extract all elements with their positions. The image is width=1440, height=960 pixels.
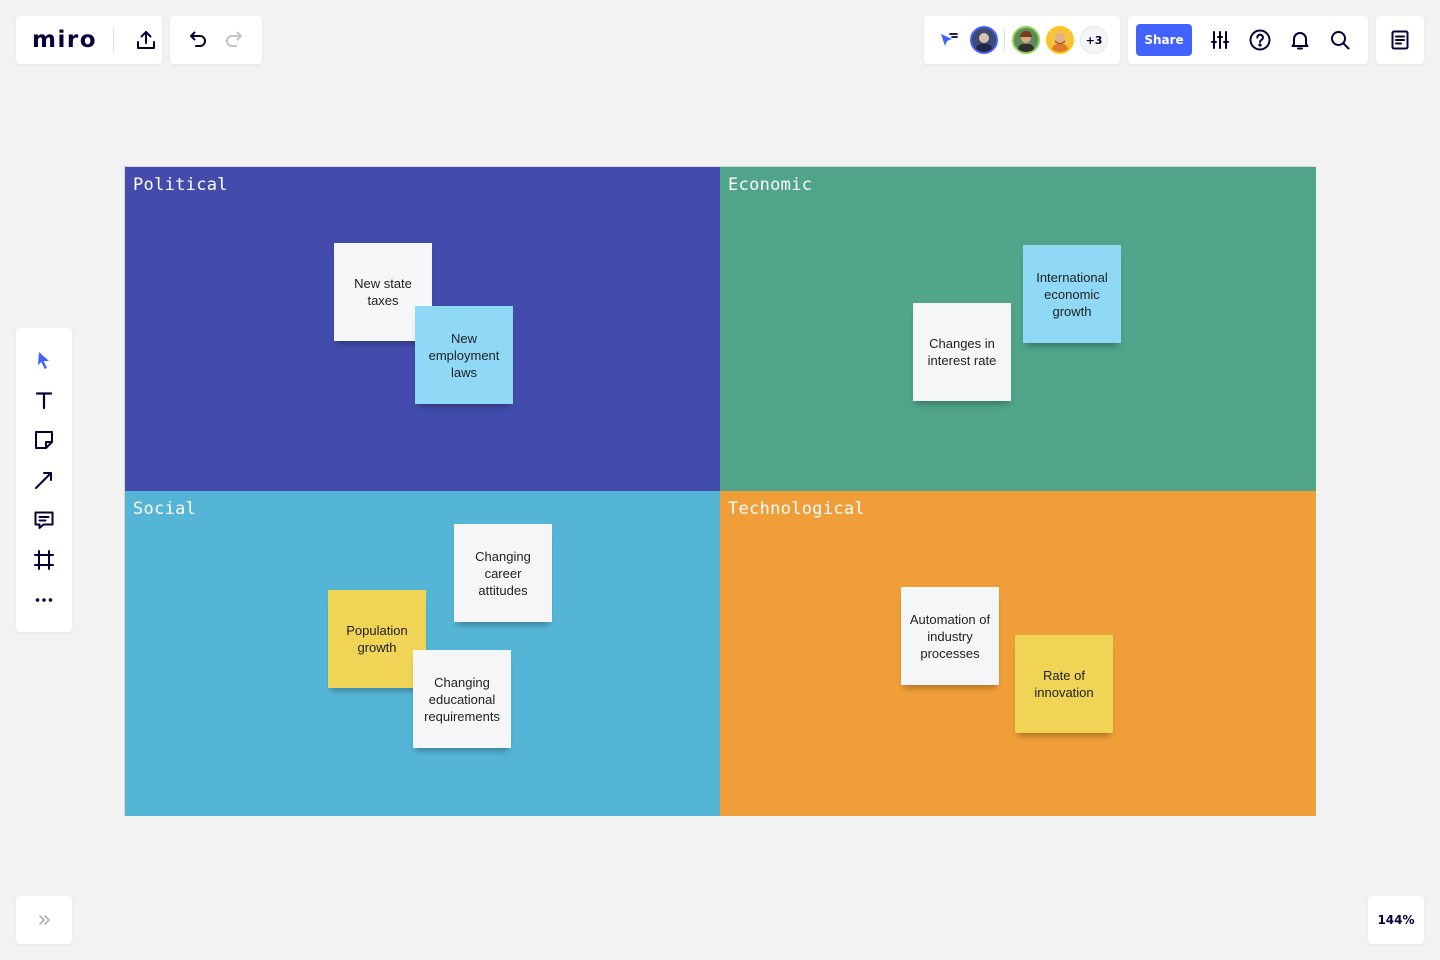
settings-sliders-icon[interactable] <box>1204 24 1236 56</box>
more-tools-icon[interactable] <box>28 584 60 616</box>
avatar[interactable] <box>1046 26 1074 54</box>
expand-panel <box>16 896 72 944</box>
history-panel <box>170 16 262 64</box>
sticky-note[interactable]: Changing educational requirements <box>413 650 511 748</box>
connection-line-icon[interactable] <box>28 464 60 496</box>
sticky-note[interactable]: New employment laws <box>415 306 513 404</box>
sticky-note[interactable]: Population growth <box>328 590 426 688</box>
redo-icon[interactable] <box>218 24 250 56</box>
sticky-note[interactable]: Changes in interest rate <box>913 303 1011 401</box>
text-tool-icon[interactable] <box>28 384 60 416</box>
quadrant-title: Technological <box>728 499 865 519</box>
pest-board[interactable]: Political New state taxes New employment… <box>124 166 1316 816</box>
divider <box>1004 30 1005 50</box>
sticky-note[interactable]: International economic growth <box>1023 245 1121 343</box>
quadrant-political[interactable]: Political New state taxes New employment… <box>125 167 720 491</box>
sticky-note[interactable]: Changing career attitudes <box>454 524 552 622</box>
quadrant-economic[interactable]: Economic International economic growth C… <box>720 167 1316 491</box>
quadrant-title: Economic <box>728 175 813 195</box>
double-chevron-right-icon[interactable] <box>28 904 60 936</box>
frame-icon[interactable] <box>28 544 60 576</box>
sticky-note[interactable]: Automation of industry processes <box>901 587 999 685</box>
select-cursor-icon[interactable] <box>28 344 60 376</box>
collaborators-panel: +3 <box>924 16 1120 64</box>
notes-icon[interactable] <box>1384 24 1416 56</box>
quadrant-title: Social <box>133 499 197 519</box>
undo-icon[interactable] <box>182 24 214 56</box>
actions-panel: Share <box>1128 16 1368 64</box>
sticky-note-icon[interactable] <box>28 424 60 456</box>
quadrant-social[interactable]: Social Changing career attitudes Populat… <box>125 491 720 816</box>
miro-logo[interactable]: miro <box>32 27 97 53</box>
avatar[interactable] <box>970 26 998 54</box>
more-collaborators-badge[interactable]: +3 <box>1080 26 1108 54</box>
creation-toolbar <box>16 328 72 632</box>
logo-panel: miro <box>16 16 162 64</box>
divider <box>113 28 114 52</box>
sticky-note[interactable]: Rate of innovation <box>1015 635 1113 733</box>
zoom-level[interactable]: 144% <box>1368 896 1424 944</box>
comment-icon[interactable] <box>28 504 60 536</box>
avatar[interactable] <box>1012 26 1040 54</box>
search-icon[interactable] <box>1324 24 1356 56</box>
quadrant-technological[interactable]: Technological Automation of industry pro… <box>720 491 1316 816</box>
quadrant-title: Political <box>133 175 228 195</box>
board-notes-panel <box>1376 16 1424 64</box>
help-icon[interactable] <box>1244 24 1276 56</box>
cursor-follow-icon[interactable] <box>932 24 964 56</box>
export-icon[interactable] <box>130 24 162 56</box>
share-button[interactable]: Share <box>1136 24 1192 56</box>
bell-icon[interactable] <box>1284 24 1316 56</box>
